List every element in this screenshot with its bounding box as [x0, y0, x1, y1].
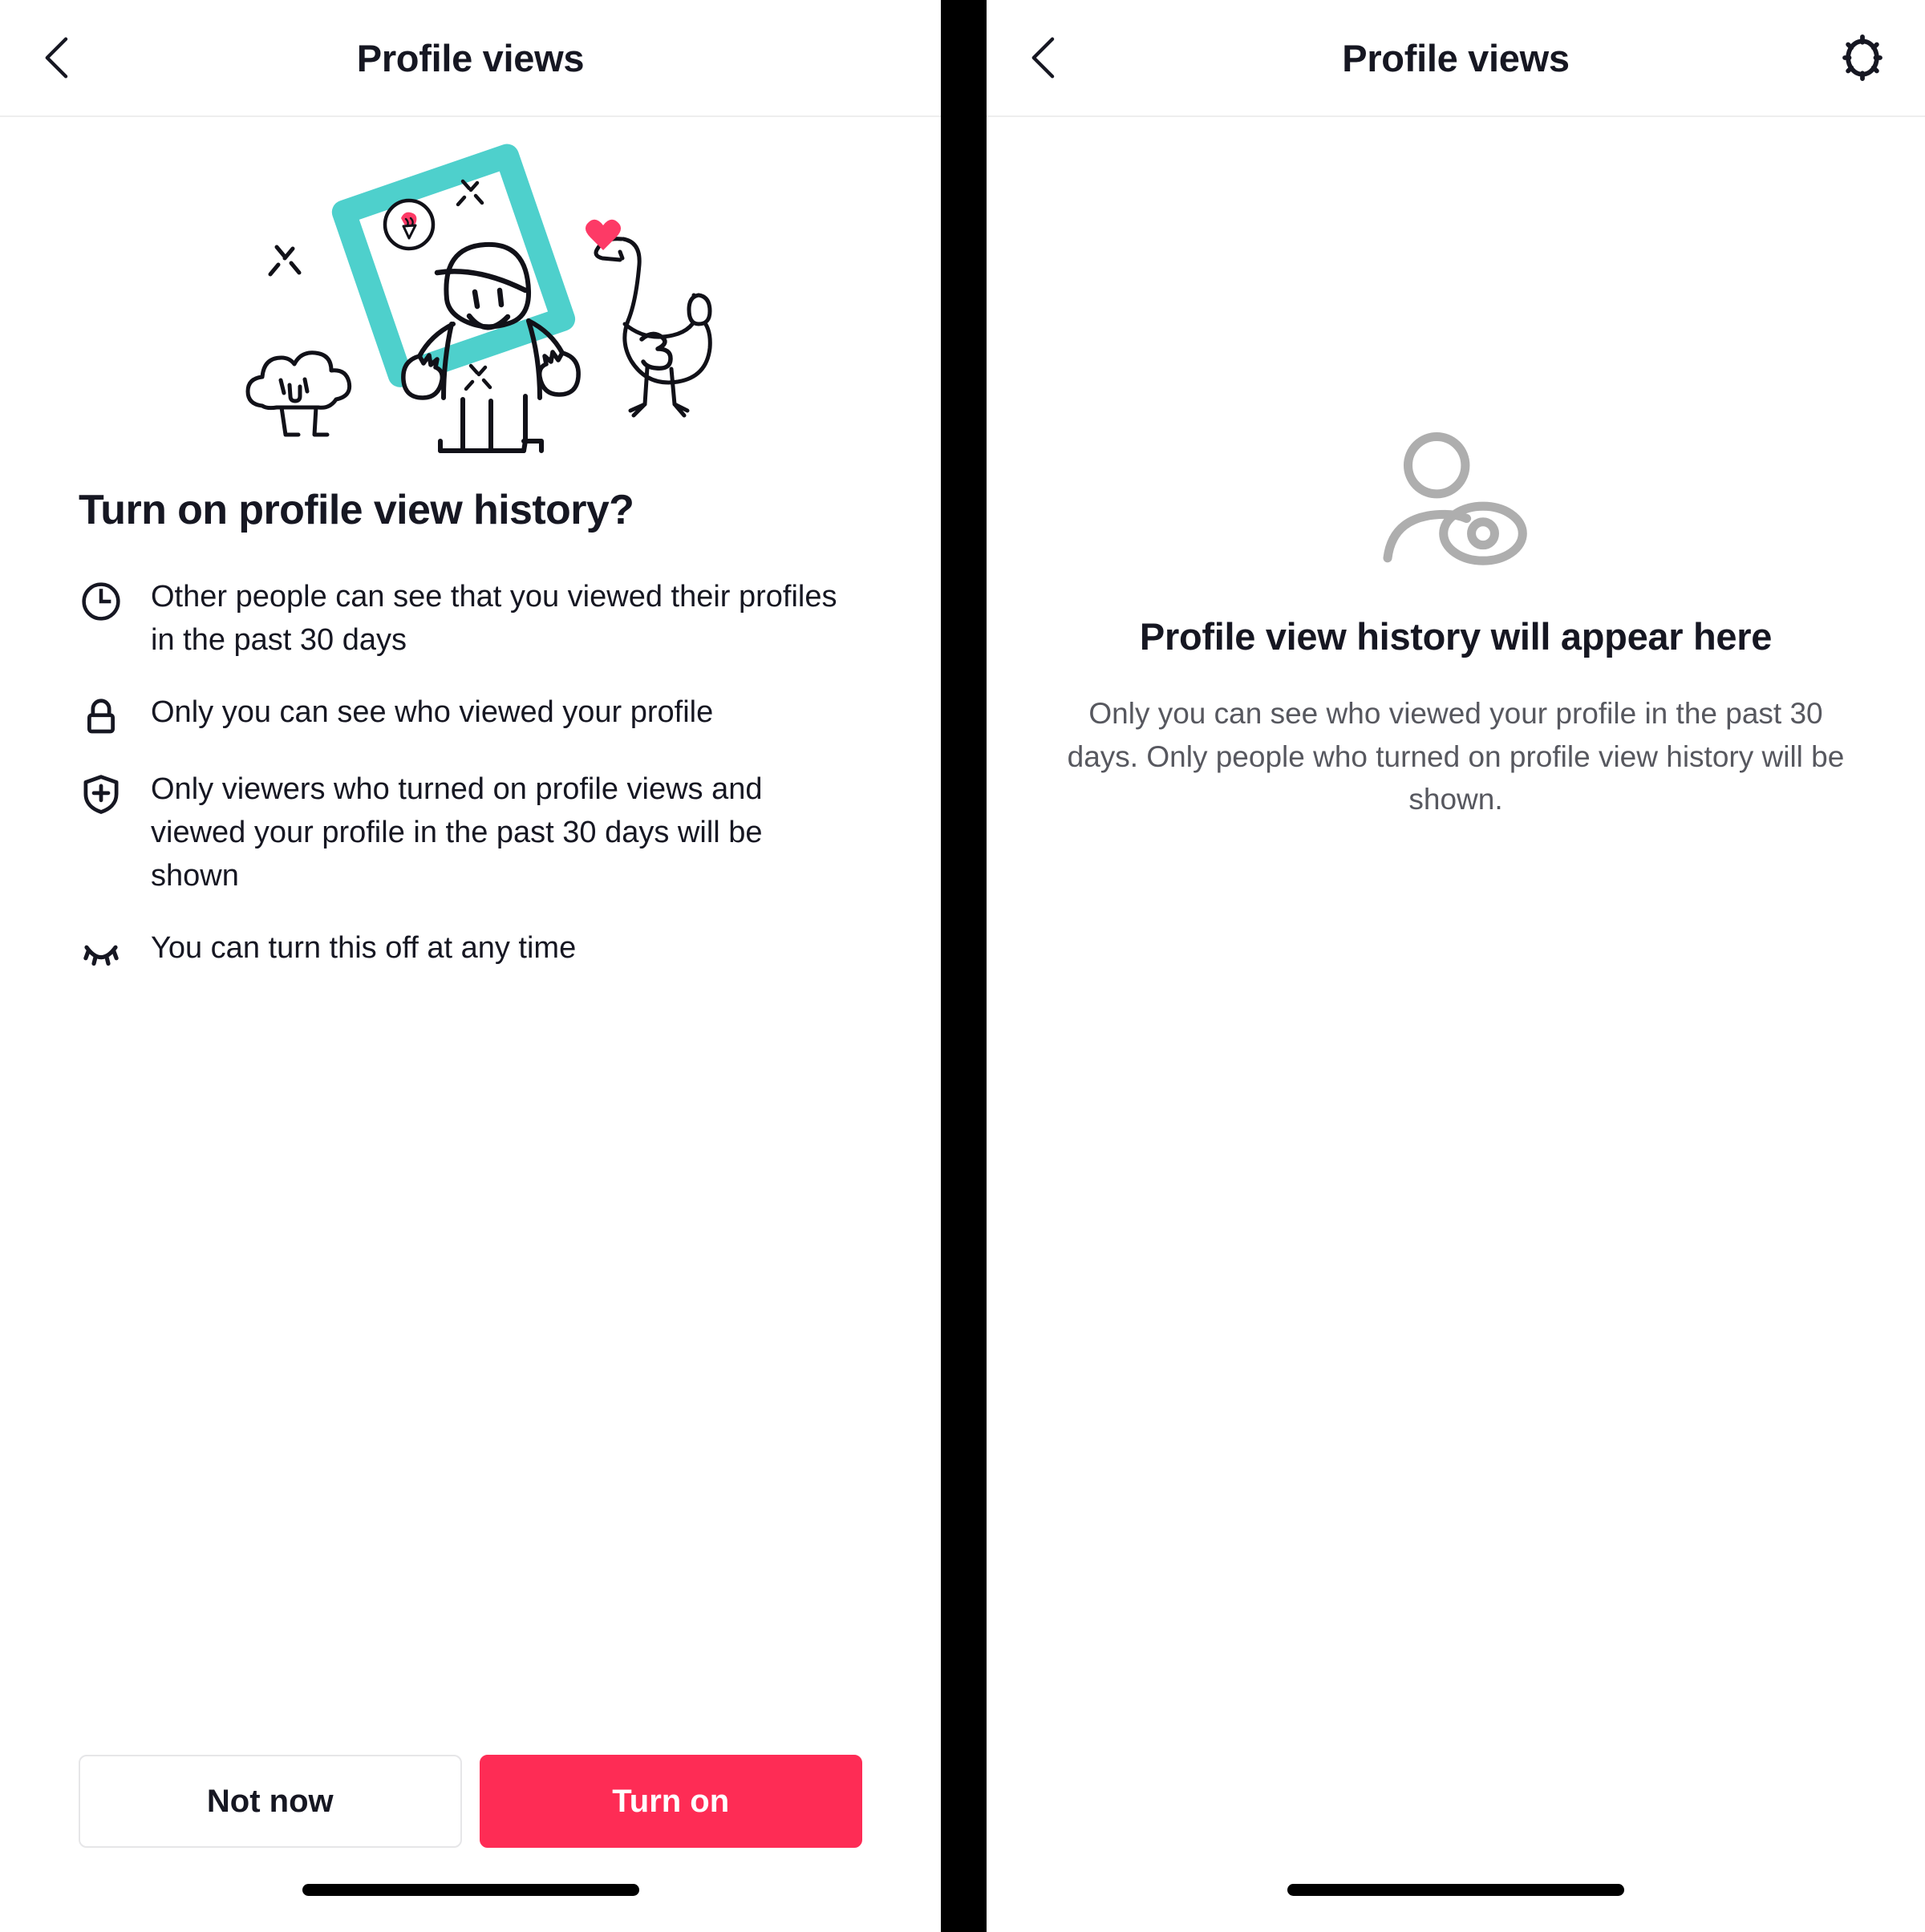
left-screen: Profile views Turn on profile view histo… — [0, 0, 941, 1932]
chevron-left-icon — [45, 37, 68, 79]
list-item-label: You can turn this off at any time — [151, 930, 577, 965]
home-indicator-area — [0, 1848, 941, 1932]
settings-button[interactable] — [1834, 29, 1891, 87]
eye-closed-icon — [79, 930, 124, 975]
right-screen: Profile views Profile view history will … — [987, 0, 1925, 1932]
chevron-left-icon — [1031, 37, 1055, 79]
list-item-label: Only you can see who viewed your profile — [151, 695, 714, 729]
empty-state-title: Profile view history will appear here — [1139, 615, 1773, 658]
list-item: You can turn this off at any time — [79, 927, 881, 975]
right-header: Profile views — [987, 0, 1925, 117]
headline: Turn on profile view history? — [79, 487, 634, 533]
list-item-label: Only viewers who turned on profile views… — [151, 772, 763, 893]
back-button[interactable] — [30, 30, 87, 86]
turn-on-button[interactable]: Turn on — [479, 1755, 862, 1848]
list-item: Other people can see that you viewed the… — [79, 576, 881, 662]
list-item-label: Other people can see that you viewed the… — [151, 580, 837, 657]
empty-state: Profile view history will appear here On… — [987, 117, 1925, 1932]
panel-divider — [941, 0, 987, 1932]
gear-icon — [1842, 34, 1882, 82]
clock-icon — [79, 579, 124, 624]
left-content: Turn on profile view history? Other peop… — [0, 117, 941, 1932]
shield-plus-icon — [79, 772, 124, 816]
lock-icon — [79, 695, 124, 739]
person-with-eye-icon — [1372, 430, 1540, 566]
home-indicator-area — [1287, 1848, 1624, 1932]
action-buttons: Not now Turn on — [0, 1755, 941, 1848]
left-header: Profile views — [0, 0, 941, 117]
profile-view-illustration — [214, 135, 727, 456]
flex-spacer — [0, 975, 941, 1755]
page-title: Profile views — [1342, 36, 1570, 79]
benefits-list: Other people can see that you viewed the… — [0, 576, 941, 975]
list-item: Only viewers who turned on profile views… — [79, 768, 881, 898]
empty-state-description: Only you can see who viewed your profile… — [1067, 697, 1845, 816]
page-title: Profile views — [356, 36, 585, 79]
list-item: Only you can see who viewed your profile — [79, 691, 881, 739]
back-button[interactable] — [1017, 30, 1073, 86]
home-indicator-bar[interactable] — [1287, 1884, 1624, 1896]
home-indicator-bar[interactable] — [302, 1884, 639, 1896]
dual-screen-comparison: Profile views Turn on profile view histo… — [0, 0, 1925, 1932]
not-now-button[interactable]: Not now — [79, 1755, 462, 1848]
